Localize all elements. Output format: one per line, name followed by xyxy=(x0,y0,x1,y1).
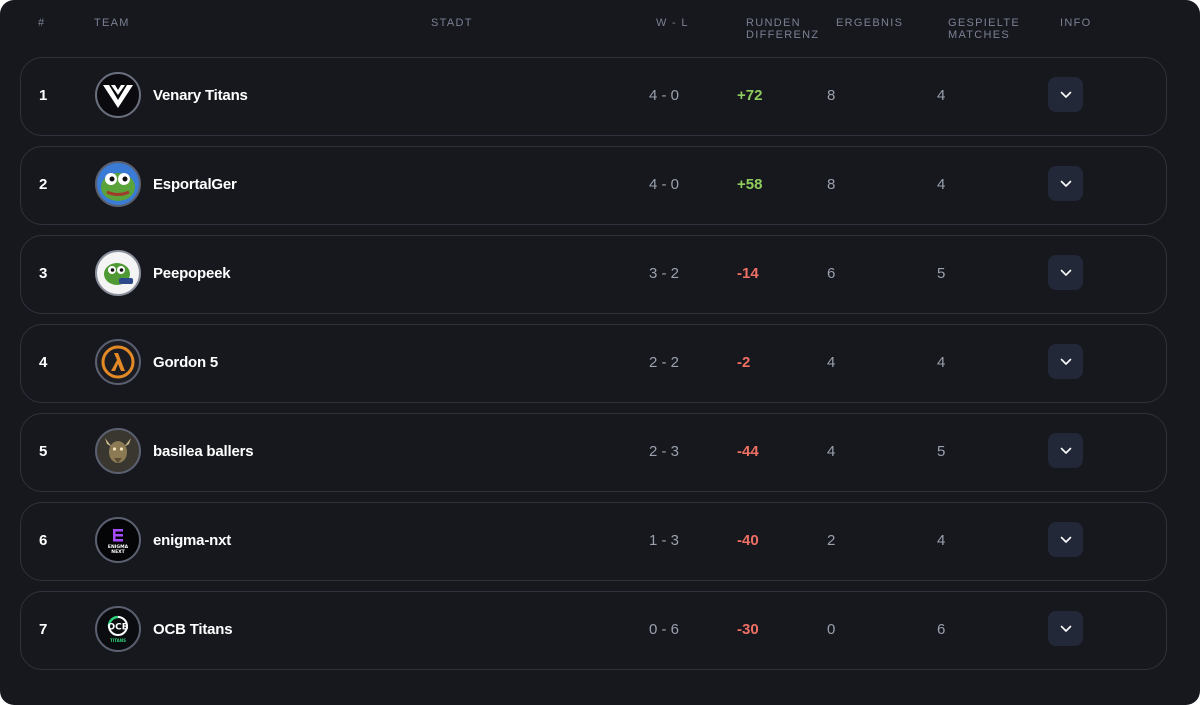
round-difference: +72 xyxy=(737,87,763,104)
header-played-line1: GESPIELTE xyxy=(948,17,1021,29)
team-name[interactable]: Gordon 5 xyxy=(153,325,218,401)
table-row[interactable]: 2 EsportalGer 4 - 0 +58 8 4 xyxy=(20,146,1167,225)
result: 0 xyxy=(827,621,836,638)
matches-played: 4 xyxy=(937,176,946,193)
ocb-logo-line1: OCB xyxy=(107,623,128,633)
info-expand-button[interactable] xyxy=(1048,255,1083,290)
team-name[interactable]: OCB Titans xyxy=(153,592,233,668)
header-round-diff-line1: RUNDEN xyxy=(746,17,801,29)
standings-panel: # TEAM STADT W - L RUNDEN DIFFERENZ ERGE… xyxy=(0,0,1200,705)
rank: 7 xyxy=(39,621,48,638)
table-row[interactable]: 5 basilea ballers 2 - 3 -44 4 5 xyxy=(20,413,1167,492)
enigma-logo-line2: NEXT xyxy=(111,549,125,555)
enigma-next-logo: ENIGMA NEXT xyxy=(95,517,141,563)
header-result: ERGEBNIS xyxy=(836,17,904,29)
table-row[interactable]: 1 Venary Titans 4 - 0 +72 8 4 xyxy=(20,57,1167,136)
ocb-titans-logo: OCB TITANS xyxy=(95,606,141,652)
rank: 4 xyxy=(39,354,48,371)
table-header: # TEAM STADT W - L RUNDEN DIFFERENZ ERGE… xyxy=(0,0,1200,50)
result: 6 xyxy=(827,265,836,282)
matches-played: 4 xyxy=(937,354,946,371)
info-expand-button[interactable] xyxy=(1048,522,1083,557)
half-life-lambda-logo xyxy=(95,339,141,385)
rank: 3 xyxy=(39,265,48,282)
rank: 6 xyxy=(39,532,48,549)
win-loss: 4 - 0 xyxy=(649,87,680,104)
team-name[interactable]: basilea ballers xyxy=(153,414,254,490)
matches-played: 4 xyxy=(937,532,946,549)
win-loss: 0 - 6 xyxy=(649,621,680,638)
info-expand-button[interactable] xyxy=(1048,344,1083,379)
header-city: STADT xyxy=(431,17,473,29)
round-difference: -30 xyxy=(737,621,759,638)
header-played: GESPIELTE MATCHES xyxy=(948,17,1020,41)
result: 4 xyxy=(827,354,836,371)
chevron-down-icon xyxy=(1060,269,1071,276)
header-played-line2: MATCHES xyxy=(948,29,1011,41)
info-expand-button[interactable] xyxy=(1048,611,1083,646)
chevron-down-icon xyxy=(1060,91,1071,98)
header-team: TEAM xyxy=(94,17,130,29)
round-difference: +58 xyxy=(737,176,763,193)
info-expand-button[interactable] xyxy=(1048,166,1083,201)
matches-played: 5 xyxy=(937,265,946,282)
chevron-down-icon xyxy=(1060,180,1071,187)
result: 4 xyxy=(827,443,836,460)
win-loss: 4 - 0 xyxy=(649,176,680,193)
table-row[interactable]: 6 ENIGMA NEXT enigma-nxt 1 - 3 -40 2 4 xyxy=(20,502,1167,581)
header-info: INFO xyxy=(1060,17,1092,29)
header-round-diff-line2: DIFFERENZ xyxy=(746,29,820,41)
table-row[interactable]: 4 Gordon 5 2 - 2 -2 4 4 xyxy=(20,324,1167,403)
ocb-logo-line2: TITANS xyxy=(110,638,126,643)
info-expand-button[interactable] xyxy=(1048,433,1083,468)
win-loss: 1 - 3 xyxy=(649,532,680,549)
round-difference: -40 xyxy=(737,532,759,549)
win-loss: 3 - 2 xyxy=(649,265,680,282)
team-name[interactable]: EsportalGer xyxy=(153,147,237,223)
table-row[interactable]: 3 Peepopeek 3 - 2 -14 6 5 xyxy=(20,235,1167,314)
round-difference: -44 xyxy=(737,443,759,460)
chevron-down-icon xyxy=(1060,625,1071,632)
chevron-down-icon xyxy=(1060,536,1071,543)
rank: 1 xyxy=(39,87,48,104)
rank: 5 xyxy=(39,443,48,460)
matches-played: 6 xyxy=(937,621,946,638)
result: 8 xyxy=(827,87,836,104)
venary-titans-logo xyxy=(95,72,141,118)
result: 2 xyxy=(827,532,836,549)
header-rank: # xyxy=(38,17,46,29)
round-difference: -14 xyxy=(737,265,759,282)
basilisk-dragon-logo xyxy=(95,428,141,474)
info-expand-button[interactable] xyxy=(1048,77,1083,112)
win-loss: 2 - 3 xyxy=(649,443,680,460)
chevron-down-icon xyxy=(1060,447,1071,454)
header-round-diff: RUNDEN DIFFERENZ xyxy=(746,17,819,41)
pepe-frog-logo xyxy=(95,161,141,207)
matches-played: 4 xyxy=(937,87,946,104)
team-name[interactable]: enigma-nxt xyxy=(153,503,231,579)
result: 8 xyxy=(827,176,836,193)
header-wl: W - L xyxy=(656,17,689,29)
peepo-peek-logo xyxy=(95,250,141,296)
rank: 2 xyxy=(39,176,48,193)
win-loss: 2 - 2 xyxy=(649,354,680,371)
team-name[interactable]: Venary Titans xyxy=(153,58,248,134)
matches-played: 5 xyxy=(937,443,946,460)
round-difference: -2 xyxy=(737,354,751,371)
team-name[interactable]: Peepopeek xyxy=(153,236,231,312)
table-row[interactable]: 7 OCB TITANS OCB Titans 0 - 6 -30 0 6 xyxy=(20,591,1167,670)
chevron-down-icon xyxy=(1060,358,1071,365)
